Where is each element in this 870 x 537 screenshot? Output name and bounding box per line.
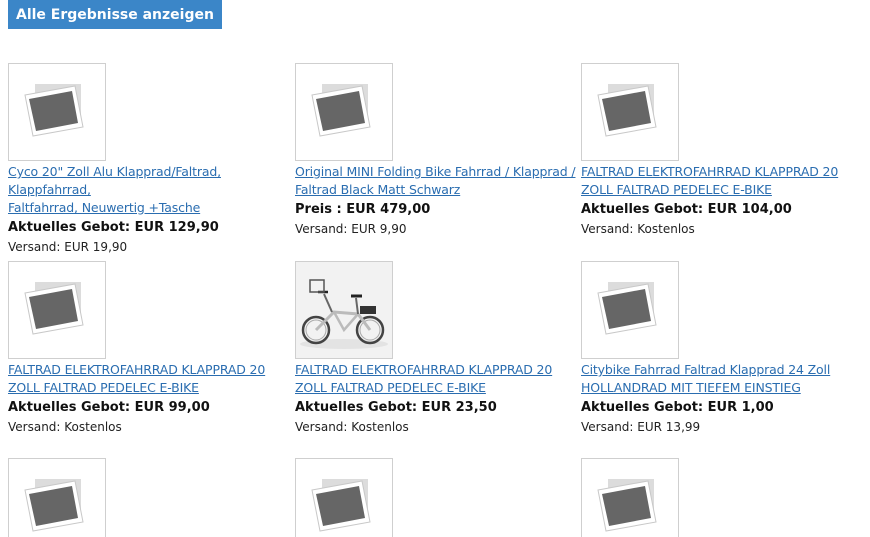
item-price: Aktuelles Gebot: EUR 23,50	[295, 400, 497, 415]
result-item: FALTRAD ELEKTROFAHRRAD KLAPPRAD 20 ZOLL F…	[581, 63, 867, 238]
item-thumbnail[interactable]	[581, 63, 679, 161]
item-price: Aktuelles Gebot: EUR 1,00	[581, 400, 774, 415]
item-title-link[interactable]: Original MINI Folding Bike Fahrrad / Kla…	[295, 163, 581, 199]
result-item: Citybike Fahrrad Faltrad Klapprad 24 Zol…	[581, 261, 867, 436]
item-price: Aktuelles Gebot: EUR 129,90	[8, 220, 219, 235]
results-grid: Cyco 20" Zoll Alu Klapprad/Faltrad, Klap…	[0, 0, 870, 537]
result-item: FALTRAD ELEKTROFAHRRAD KLAPPRAD 20 ZOLL F…	[295, 261, 581, 436]
item-shipping: Versand: Kostenlos	[295, 420, 409, 434]
placeholder-image-icon	[597, 479, 657, 532]
item-price: Aktuelles Gebot: EUR 104,00	[581, 202, 792, 217]
placeholder-image-icon	[311, 84, 371, 137]
item-shipping: Versand: EUR 13,99	[581, 420, 701, 434]
item-title-link[interactable]: FALTRAD ELEKTROFAHRRAD KLAPPRAD 20 ZOLL F…	[295, 361, 581, 397]
result-item: FALTRAD ELEKTROFAHRRAD KLAPPRAD 20 ZOLL F…	[8, 261, 294, 436]
result-item: Original MINI Folding Bike Fahrrad / Kla…	[295, 63, 581, 238]
placeholder-image-icon	[24, 282, 84, 335]
result-item: Cyco 20" Zoll Alu Klapprad/Faltrad, Klap…	[8, 63, 294, 256]
placeholder-image-icon	[311, 479, 371, 532]
result-item	[295, 458, 581, 537]
item-price: Preis : EUR 479,00	[295, 202, 431, 217]
result-item	[8, 458, 294, 537]
item-title-link[interactable]: FALTRAD ELEKTROFAHRRAD KLAPPRAD 20 ZOLL F…	[581, 163, 867, 199]
item-thumbnail[interactable]	[295, 458, 393, 537]
bicycle-photo-icon	[296, 262, 392, 358]
search-results-page: Alle Ergebnisse anzeigen Cyco 20" Zoll A…	[0, 0, 870, 537]
placeholder-image-icon	[24, 84, 84, 137]
placeholder-image-icon	[597, 84, 657, 137]
item-thumbnail[interactable]	[295, 261, 393, 359]
item-thumbnail[interactable]	[581, 458, 679, 537]
item-shipping: Versand: Kostenlos	[581, 222, 695, 236]
item-thumbnail[interactable]	[8, 458, 106, 537]
item-shipping: Versand: Kostenlos	[8, 420, 122, 434]
item-title-link[interactable]: Citybike Fahrrad Faltrad Klapprad 24 Zol…	[581, 361, 867, 397]
result-item	[581, 458, 867, 537]
item-shipping: Versand: EUR 19,90	[8, 240, 128, 254]
item-title-link[interactable]: FALTRAD ELEKTROFAHRRAD KLAPPRAD 20 ZOLL F…	[8, 361, 294, 397]
placeholder-image-icon	[24, 479, 84, 532]
item-shipping: Versand: EUR 9,90	[295, 222, 407, 236]
item-price: Aktuelles Gebot: EUR 99,00	[8, 400, 210, 415]
item-thumbnail[interactable]	[8, 261, 106, 359]
item-thumbnail[interactable]	[8, 63, 106, 161]
item-thumbnail[interactable]	[295, 63, 393, 161]
item-thumbnail[interactable]	[581, 261, 679, 359]
placeholder-image-icon	[597, 282, 657, 335]
item-title-link[interactable]: Cyco 20" Zoll Alu Klapprad/Faltrad, Klap…	[8, 163, 294, 217]
